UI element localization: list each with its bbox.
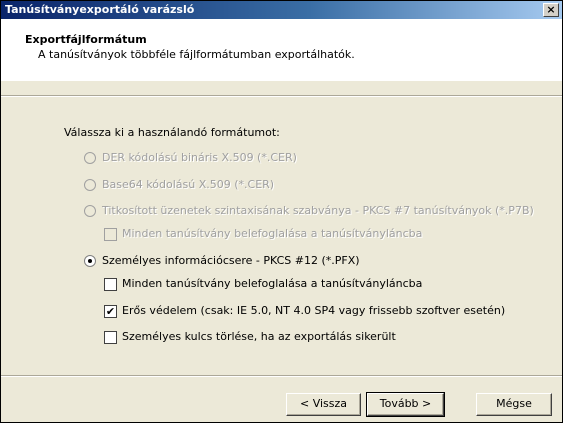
page-title: Exportfájlformátum xyxy=(25,33,147,46)
radio-selected-dot xyxy=(88,259,92,263)
footer-divider xyxy=(1,375,562,377)
checkbox-strong-protection-label: Erős védelem (csak: IE 5.0, NT 4.0 SP4 v… xyxy=(122,304,506,317)
window-title: Tanúsítványexportáló varázsló xyxy=(5,3,195,16)
checkbox-delete-private-key-label: Személyes kulcs törlése, ha az exportálá… xyxy=(122,330,396,343)
header-divider xyxy=(1,95,562,97)
checkbox-strong-protection-box[interactable]: ✔ xyxy=(104,305,117,318)
radio-der-button[interactable] xyxy=(84,152,96,164)
back-button[interactable]: < Vissza xyxy=(286,393,361,416)
radio-der-label: DER kódolású bináris X.509 (*.CER) xyxy=(102,151,297,164)
title-bar[interactable]: Tanúsítványexportáló varázsló × xyxy=(1,1,562,19)
close-button[interactable]: × xyxy=(543,3,559,17)
checkbox-pfx-include-chain-label: Minden tanúsítvány belefoglalása a tanús… xyxy=(122,277,423,290)
checkbox-delete-private-key-box[interactable] xyxy=(104,331,117,344)
wizard-window: Tanúsítványexportáló varázsló × Exportfá… xyxy=(0,0,563,423)
radio-base64-button[interactable] xyxy=(84,179,96,191)
checkbox-pfx-include-chain-box[interactable] xyxy=(104,278,117,291)
next-button[interactable]: Tovább > xyxy=(366,392,445,417)
checkbox-pkcs7-include-chain-box[interactable] xyxy=(104,228,117,241)
cancel-button[interactable]: Mégse xyxy=(476,393,552,416)
page-subtitle: A tanúsítványok többféle fájlformátumban… xyxy=(38,48,355,61)
checkbox-pkcs7-include-chain-label: Minden tanúsítvány belefoglalása a tanús… xyxy=(122,227,423,240)
radio-base64-label: Base64 kódolású X.509 (*.CER) xyxy=(102,178,275,191)
radio-pkcs7-label: Titkosított üzenetek szintaxisának szabv… xyxy=(102,204,534,217)
wizard-header: Exportfájlformátum A tanúsítványok többf… xyxy=(1,19,562,81)
format-prompt: Válassza ki a használandó formátumot: xyxy=(64,126,280,139)
radio-pfx-button[interactable] xyxy=(84,255,96,267)
radio-pfx-label: Személyes információcsere - PKCS #12 (*.… xyxy=(102,254,360,267)
radio-pkcs7-button[interactable] xyxy=(84,205,96,217)
